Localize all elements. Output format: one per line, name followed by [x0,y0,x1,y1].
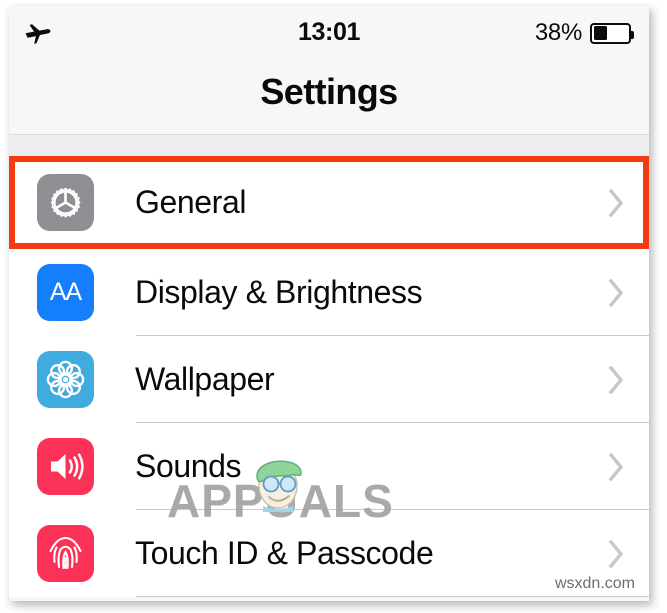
flower-rosette-icon-tile [37,351,94,408]
settings-row-wallpaper[interactable]: Wallpaper [9,336,649,423]
gear-icon [50,187,81,218]
chevron-right-icon[interactable] [608,365,625,395]
battery-fill-level [593,26,608,40]
status-right-cluster: 38% [534,19,634,47]
fingerprint-icon-tile [37,525,94,582]
speaker-volume-icon-tile [37,438,94,495]
settings-list: General AA Display & Brightness Wallpaper [9,156,649,597]
settings-row-general[interactable]: General [9,156,649,249]
settings-row-label: Touch ID & Passcode [135,535,434,571]
page-title: Settings [260,71,398,112]
settings-row-label: Sounds [135,448,242,484]
chevron-right-icon[interactable] [608,188,625,218]
screenshot-canvas: 13:01 38% Settings General AA Display & … [0,0,667,613]
battery-icon [590,22,634,44]
row-separator [136,596,649,597]
fingerprint-icon [49,536,82,570]
settings-row-touch-id-passcode[interactable]: Touch ID & Passcode [9,510,649,597]
phone-screen: 13:01 38% Settings General AA Display & … [9,6,649,601]
gear-icon-tile [37,174,94,231]
speaker-volume-icon [51,453,84,480]
battery-percentage-label: 38% [534,19,582,46]
settings-row-sounds[interactable]: Sounds [9,423,649,510]
navigation-bar: Settings [9,59,649,135]
aa-text-size-icon-tile: AA [37,264,94,321]
settings-row-label: General [135,184,247,220]
list-group-spacer [9,135,649,156]
aa-text-size-icon: AA [49,278,82,306]
settings-row-label: Wallpaper [135,361,275,397]
status-bar: 13:01 38% [9,6,649,59]
chevron-right-icon[interactable] [608,278,625,308]
settings-row-label: Display & Brightness [135,274,423,310]
flower-rosette-icon [46,360,85,399]
settings-row-display-brightness[interactable]: AA Display & Brightness [9,249,649,336]
chevron-right-icon[interactable] [608,452,625,482]
chevron-right-icon[interactable] [608,539,625,569]
